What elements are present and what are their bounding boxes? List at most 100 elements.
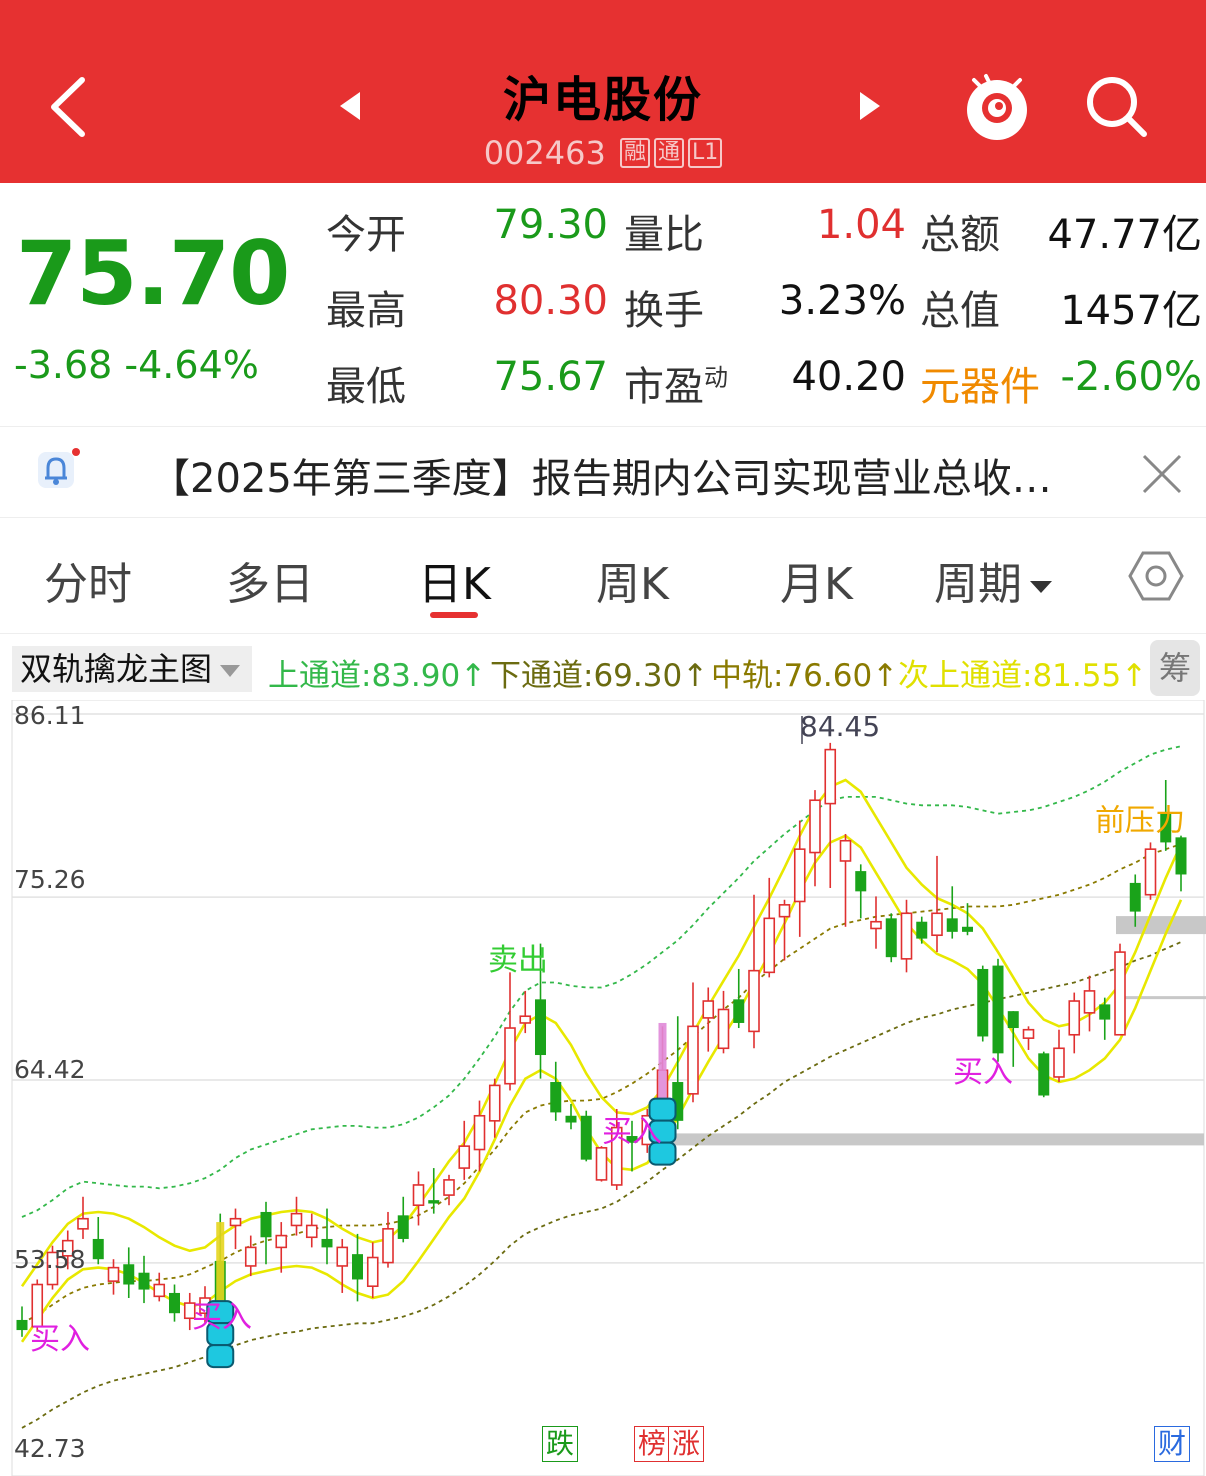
candle-body-down xyxy=(92,1238,104,1260)
series-次上通道 xyxy=(20,778,1183,1287)
buy-signal-label: 买入 xyxy=(192,1300,252,1335)
candle-body-down xyxy=(1175,837,1187,875)
candle-body-up xyxy=(77,1217,89,1230)
price-change: -3.68 -4.64% xyxy=(14,343,259,387)
candle-body-down xyxy=(992,965,1004,1054)
kline-chart[interactable]: 84.45卖出买入买入买入买入前压力 xyxy=(0,700,1206,1476)
event-rise[interactable]: 涨 xyxy=(668,1426,704,1462)
search-icon[interactable] xyxy=(1082,72,1152,142)
pe-label: 市盈动 xyxy=(624,354,728,412)
candle-body-down xyxy=(885,918,897,958)
candle-body-up xyxy=(595,1147,608,1181)
indicator-select[interactable]: 双轨擒龙主图 xyxy=(12,646,252,692)
second-upper-channel-label: 次上通道:81.55↑ xyxy=(898,658,1148,694)
middle-rail-label: 中轨:76.60↑ xyxy=(711,658,899,694)
event-fall[interactable]: 跌 xyxy=(542,1426,578,1462)
chip-distribution-button[interactable]: 筹 xyxy=(1150,640,1200,696)
candle-body-down xyxy=(1129,882,1141,912)
volume-ratio-label: 量比 xyxy=(624,212,704,258)
resistance-band xyxy=(1116,916,1206,935)
tab-weekly-k[interactable]: 周K xyxy=(596,548,669,612)
candle-body-up xyxy=(702,1000,715,1019)
candle-body-down xyxy=(260,1211,272,1238)
buy-signal-label: 买入 xyxy=(30,1322,90,1357)
chevron-down-icon xyxy=(1030,581,1052,593)
candle-body-down xyxy=(321,1238,333,1248)
tab-daily-k[interactable]: 日K xyxy=(418,548,491,612)
settings-hexagon-icon[interactable] xyxy=(1128,548,1184,604)
candle-body-down xyxy=(916,921,928,939)
support-band xyxy=(655,1133,1204,1146)
sector-label[interactable]: 元器件 xyxy=(920,354,1040,412)
stock-code: 002463 xyxy=(483,134,606,172)
change-value: -3.68 xyxy=(14,343,113,387)
candle-body-up xyxy=(519,1015,532,1024)
candle-body-up xyxy=(107,1266,120,1282)
candle-body-up xyxy=(839,839,852,862)
high-price-label: 84.45 xyxy=(800,710,880,743)
bell-icon xyxy=(38,448,80,488)
tab-intraday[interactable]: 分时 xyxy=(44,548,132,612)
lower-channel-label: 下通道:69.30↑ xyxy=(490,658,709,694)
tab-period-dropdown[interactable]: 周期 xyxy=(934,548,1052,612)
market-cap-label: 总值 xyxy=(920,288,1000,334)
candle-body-down xyxy=(138,1272,150,1290)
candle-body-up xyxy=(366,1256,379,1288)
tab-monthly-k[interactable]: 月K xyxy=(780,548,853,612)
resistance-label: 前压力 xyxy=(1095,803,1185,838)
candle-body-up xyxy=(443,1179,455,1196)
event-list[interactable]: 榜 xyxy=(634,1426,670,1462)
turnover-amount-label: 总额 xyxy=(920,212,1000,258)
high-label: 最高 xyxy=(326,288,406,334)
buy-signal-label: 买入 xyxy=(953,1055,1013,1090)
y-tick-4: 53.58 xyxy=(14,1245,86,1274)
chevron-down-icon xyxy=(220,665,241,677)
candle-body-up xyxy=(305,1224,318,1239)
candle-body-down xyxy=(535,999,546,1056)
level1-tag: L1 xyxy=(688,138,723,168)
candle-body-up xyxy=(931,912,943,937)
candle-body-down xyxy=(733,999,745,1023)
candle-body-up xyxy=(763,917,776,974)
candle-body-down xyxy=(977,968,989,1037)
tab-multiday[interactable]: 多日 xyxy=(226,548,314,612)
event-finance[interactable]: 财 xyxy=(1154,1426,1190,1462)
candle-body-down xyxy=(565,1115,577,1123)
candle-body-up xyxy=(473,1114,486,1151)
pe-value: 40.20 xyxy=(791,354,906,400)
change-percent: -4.64% xyxy=(124,343,259,387)
connect-tag: 通 xyxy=(654,138,685,168)
indicator-name: 双轨擒龙主图 xyxy=(20,650,213,688)
low-label: 最低 xyxy=(326,364,406,410)
candle-body-down xyxy=(855,871,867,892)
candle-body-down xyxy=(428,1200,440,1204)
signal-bar xyxy=(658,1022,667,1101)
candle-body-down xyxy=(123,1264,135,1285)
candle-body-up xyxy=(1083,990,1096,1014)
candle-body-up xyxy=(900,912,913,960)
sell-signal-label: 卖出 xyxy=(488,943,548,978)
signal-block xyxy=(206,1344,235,1369)
candle-body-up xyxy=(275,1234,288,1249)
candle-body-up xyxy=(809,799,821,854)
volume-ratio-value: 1.04 xyxy=(816,202,906,248)
close-icon[interactable] xyxy=(1140,452,1184,496)
notice-text[interactable]: 【2025年第三季度】报告期内公司实现营业总收… xyxy=(150,446,1115,504)
candle-body-up xyxy=(717,1008,730,1050)
candle-body-up xyxy=(229,1217,242,1227)
candle-body-up xyxy=(488,1084,501,1122)
mascot-icon[interactable] xyxy=(962,70,1032,145)
candle-body-up xyxy=(1144,848,1157,896)
candle-body-down xyxy=(1099,1004,1111,1020)
tab-period-label: 周期 xyxy=(934,559,1022,610)
candle-body-up xyxy=(1114,951,1126,1036)
candle-body-up xyxy=(748,969,760,1033)
next-stock-icon[interactable] xyxy=(860,92,880,120)
candle-body-down xyxy=(550,1082,562,1113)
open-label: 今开 xyxy=(326,212,406,258)
turnover-rate-label: 换手 xyxy=(624,288,704,334)
pe-label-text: 市盈 xyxy=(624,364,704,410)
y-tick-5: 42.73 xyxy=(14,1434,86,1463)
pe-label-sup: 动 xyxy=(704,363,728,392)
candle-body-down xyxy=(352,1254,363,1280)
